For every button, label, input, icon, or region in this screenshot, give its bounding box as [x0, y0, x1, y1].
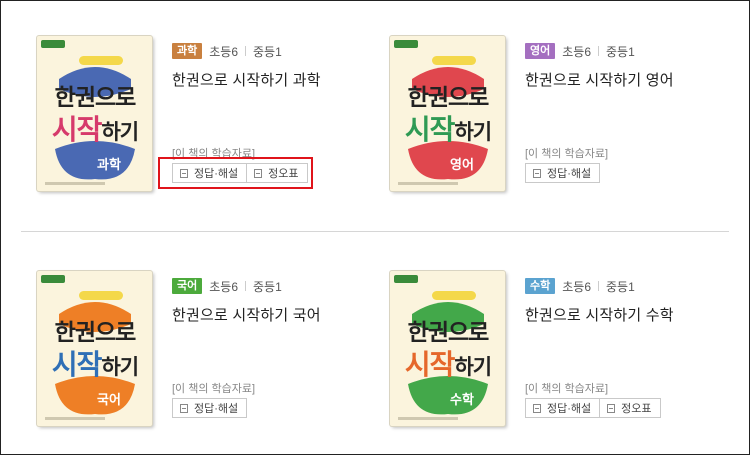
- cover-subject: 국어: [97, 393, 121, 408]
- cover-title-accent: 시작: [51, 348, 103, 381]
- grade-divider: [245, 46, 247, 56]
- series-badge: [41, 275, 65, 283]
- tag-row: 과학 초등6 중등1: [172, 43, 362, 59]
- materials-label: [이 책의 학습자료]: [525, 383, 609, 395]
- grade-elementary: 초등6: [209, 44, 239, 59]
- book-cover-science[interactable]: 한권으로 시작하기 과학: [37, 36, 152, 191]
- cover-subject: 과학: [97, 158, 121, 173]
- grade-divider: [598, 46, 600, 56]
- section-divider: [21, 231, 729, 232]
- cover-title-line2: 시작하기: [43, 108, 147, 148]
- subject-tag: 국어: [172, 278, 203, 294]
- book-card-english: 한권으로 시작하기 영어 영어 초등6 중등1 한권으로 시작하기 영어 [이 …: [390, 36, 720, 206]
- materials-buttons: 정답·해설: [525, 163, 601, 183]
- book-list-panel: 한권으로 시작하기 과학 과학 초등6 중등1 한권으로 시작하기 과학 [이 …: [0, 0, 750, 455]
- answer-key-label: 정답·해설: [547, 403, 592, 415]
- cover-title-line2: 시작하기: [43, 343, 147, 383]
- cover-title-line2: 시작하기: [396, 343, 500, 383]
- document-icon: [533, 168, 541, 178]
- grade-middle: 중등1: [253, 279, 282, 294]
- grade-middle: 중등1: [606, 279, 635, 294]
- cover-title-rest: 하기: [454, 120, 492, 144]
- book-card-math: 한권으로 시작하기 수학 수학 초등6 중등1 한권으로 시작하기 수학 [이 …: [390, 271, 720, 441]
- grade-middle: 중등1: [606, 44, 635, 59]
- cover-title-rest: 하기: [101, 355, 139, 379]
- materials-label: [이 책의 학습자료]: [172, 383, 256, 395]
- series-badge: [394, 275, 418, 283]
- answer-key-button[interactable]: 정답·해설: [525, 163, 601, 183]
- book-cover-english[interactable]: 한권으로 시작하기 영어: [390, 36, 505, 191]
- grade-middle: 중등1: [253, 44, 282, 59]
- cover-subject: 영어: [450, 158, 474, 173]
- subject-tag: 수학: [525, 278, 556, 294]
- cover-title-line2: 시작하기: [396, 108, 500, 148]
- book-info: 과학 초등6 중등1 한권으로 시작하기 과학 [이 책의 학습자료] 정답·해…: [172, 36, 362, 183]
- materials-buttons: 정답·해설: [172, 398, 248, 418]
- cover-title-accent: 시작: [404, 348, 456, 381]
- series-badge: [41, 40, 65, 48]
- cover-title-line1: 한권으로: [54, 85, 137, 111]
- answer-key-button[interactable]: 정답·해설: [525, 398, 601, 418]
- book-info: 수학 초등6 중등1 한권으로 시작하기 수학 [이 책의 학습자료] 정답·해…: [525, 271, 715, 418]
- cover-subject: 수학: [450, 393, 474, 408]
- answer-key-label: 정답·해설: [547, 168, 592, 180]
- clipboard-icon: [607, 403, 616, 413]
- tag-row: 수학 초등6 중등1: [525, 278, 715, 294]
- cover-top-tag: [432, 56, 476, 65]
- book-title[interactable]: 한권으로 시작하기 국어: [172, 304, 362, 325]
- cover-footline: [45, 417, 105, 420]
- cover-footline: [398, 417, 458, 420]
- subject-tag: 영어: [525, 43, 556, 59]
- tag-row: 국어 초등6 중등1: [172, 278, 362, 294]
- highlight-box: [158, 157, 313, 189]
- book-info: 영어 초등6 중등1 한권으로 시작하기 영어 [이 책의 학습자료] 정답·해…: [525, 36, 715, 183]
- cover-title-line1: 한권으로: [54, 320, 137, 346]
- cover-footline: [45, 182, 105, 185]
- cover-top-tag: [432, 291, 476, 300]
- book-title[interactable]: 한권으로 시작하기 과학: [172, 69, 362, 90]
- cover-title-line1: 한권으로: [407, 320, 490, 346]
- cover-title-accent: 시작: [51, 113, 103, 146]
- cover-title-line1: 한권으로: [407, 85, 490, 111]
- errata-label: 정오표: [621, 403, 652, 415]
- errata-button[interactable]: 정오표: [600, 398, 661, 418]
- cover-title-accent: 시작: [404, 113, 456, 146]
- book-cover-math[interactable]: 한권으로 시작하기 수학: [390, 271, 505, 426]
- book-info: 국어 초등6 중등1 한권으로 시작하기 국어 [이 책의 학습자료] 정답·해…: [172, 271, 362, 418]
- grade-elementary: 초등6: [562, 279, 592, 294]
- cover-top-tag: [79, 291, 123, 300]
- book-cover-korean[interactable]: 한권으로 시작하기 국어: [37, 271, 152, 426]
- cover-top-tag: [79, 56, 123, 65]
- document-icon: [533, 403, 541, 413]
- tag-row: 영어 초등6 중등1: [525, 43, 715, 59]
- grade-elementary: 초등6: [562, 44, 592, 59]
- cover-footline: [398, 182, 458, 185]
- answer-key-button[interactable]: 정답·해설: [172, 398, 248, 418]
- series-badge: [394, 40, 418, 48]
- book-title[interactable]: 한권으로 시작하기 수학: [525, 304, 715, 325]
- grade-divider: [598, 281, 600, 291]
- materials-buttons: 정답·해설 정오표: [525, 398, 661, 418]
- materials-label: [이 책의 학습자료]: [525, 148, 609, 160]
- cover-title-rest: 하기: [101, 120, 139, 144]
- grade-divider: [245, 281, 247, 291]
- book-title[interactable]: 한권으로 시작하기 영어: [525, 69, 715, 90]
- book-card-korean: 한권으로 시작하기 국어 국어 초등6 중등1 한권으로 시작하기 국어 [이 …: [37, 271, 367, 441]
- cover-title-rest: 하기: [454, 355, 492, 379]
- document-icon: [180, 403, 188, 413]
- subject-tag: 과학: [172, 43, 203, 59]
- answer-key-label: 정답·해설: [194, 403, 239, 415]
- grade-elementary: 초등6: [209, 279, 239, 294]
